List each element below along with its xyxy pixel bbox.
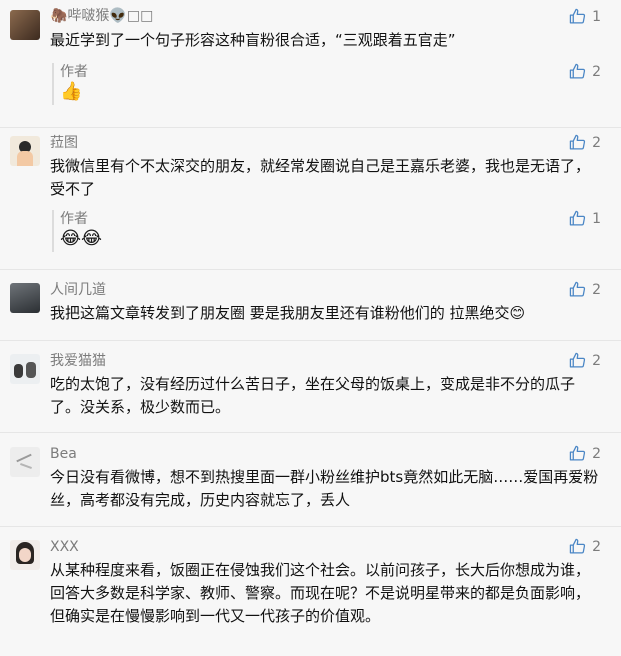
avatar[interactable]	[10, 540, 40, 570]
avatar[interactable]	[10, 136, 40, 166]
thumbs-up-icon	[569, 538, 586, 554]
like-count: 2	[592, 134, 601, 151]
comment-item: Bea 今日没有看微博，想不到热搜里面一群小粉丝维护bts竟然如此无脑……爱国再…	[0, 433, 621, 527]
like-button[interactable]: 2	[569, 352, 601, 369]
avatar[interactable]	[10, 354, 40, 384]
like-count: 2	[592, 538, 601, 555]
like-button[interactable]: 1	[569, 8, 601, 25]
author-reply: 作者 👍 2	[52, 63, 621, 105]
thumbs-up-icon	[569, 445, 586, 461]
comment-list: 🦣哔啵猴👽□□ 最近学到了一个句子形容这种盲粉很合适，“三观跟着五官走” 1 作…	[0, 0, 621, 656]
comment-text: 最近学到了一个句子形容这种盲粉很合适，“三观跟着五官走”	[50, 31, 456, 49]
commenter-name[interactable]: 🦣哔啵猴👽□□	[50, 7, 621, 25]
thumbs-up-icon	[569, 210, 586, 226]
author-reply: 作者 😂😂 1	[52, 210, 621, 252]
like-count: 1	[592, 210, 601, 227]
like-count: 2	[592, 352, 601, 369]
comment-text: 吃的太饱了，没有经历过什么苦日子，坐在父母的饭桌上，变成是非不分的瓜子了。没关系…	[50, 375, 576, 416]
reply-emoji: 👍	[60, 81, 83, 102]
reply-author-label: 作者	[60, 211, 88, 227]
like-count: 2	[592, 63, 601, 80]
like-button[interactable]: 2	[569, 281, 601, 298]
reply-like-button[interactable]: 2	[569, 63, 601, 80]
comment-text: 我把这篇文章转发到了朋友圈 要是我朋友里还有谁粉他们的 拉黑绝交😊	[50, 304, 526, 322]
reply-author-label: 作者	[60, 64, 88, 80]
comment-item: 我爱猫猫 吃的太饱了，没有经历过什么苦日子，坐在父母的饭桌上，变成是非不分的瓜子…	[0, 341, 621, 433]
like-count: 1	[592, 8, 601, 25]
commenter-name[interactable]: 我爱猫猫	[50, 352, 621, 370]
like-button[interactable]: 2	[569, 134, 601, 151]
thumbs-up-icon	[569, 352, 586, 368]
avatar[interactable]	[10, 283, 40, 313]
thumbs-up-icon	[569, 63, 586, 79]
reply-emoji: 😂😂	[60, 228, 103, 249]
comment-item: 菈图 我微信里有个不太深交的朋友，就经常发圈说自己是王嘉乐老婆，我也是无语了，受…	[0, 128, 621, 270]
commenter-name[interactable]: XXX	[50, 538, 621, 556]
like-button[interactable]: 2	[569, 538, 601, 555]
thumbs-up-icon	[569, 134, 586, 150]
like-button[interactable]: 2	[569, 445, 601, 462]
thumbs-up-icon	[569, 281, 586, 297]
comment-text: 从某种程度来看，饭圈正在侵蚀我们这个社会。以前问孩子，长大后你想成为谁，回答大多…	[50, 561, 591, 625]
comment-text: 我微信里有个不太深交的朋友，就经常发圈说自己是王嘉乐老婆，我也是无语了，受不了	[50, 157, 591, 198]
like-count: 2	[592, 445, 601, 462]
avatar[interactable]	[10, 447, 40, 477]
avatar[interactable]	[10, 10, 40, 40]
comment-text: 今日没有看微博，想不到热搜里面一群小粉丝维护bts竟然如此无脑……爱国再爱粉丝，…	[50, 468, 599, 509]
comment-item: XXX 从某种程度来看，饭圈正在侵蚀我们这个社会。以前问孩子，长大后你想成为谁，…	[0, 527, 621, 656]
commenter-name[interactable]: 菈图	[50, 134, 621, 152]
comment-item: 🦣哔啵猴👽□□ 最近学到了一个句子形容这种盲粉很合适，“三观跟着五官走” 1 作…	[0, 0, 621, 128]
commenter-name[interactable]: 人间几道	[50, 281, 621, 299]
reply-like-button[interactable]: 1	[569, 210, 601, 227]
like-count: 2	[592, 281, 601, 298]
comment-item: 人间几道 我把这篇文章转发到了朋友圈 要是我朋友里还有谁粉他们的 拉黑绝交😊 2	[0, 270, 621, 341]
commenter-name[interactable]: Bea	[50, 445, 621, 463]
thumbs-up-icon	[569, 8, 586, 24]
